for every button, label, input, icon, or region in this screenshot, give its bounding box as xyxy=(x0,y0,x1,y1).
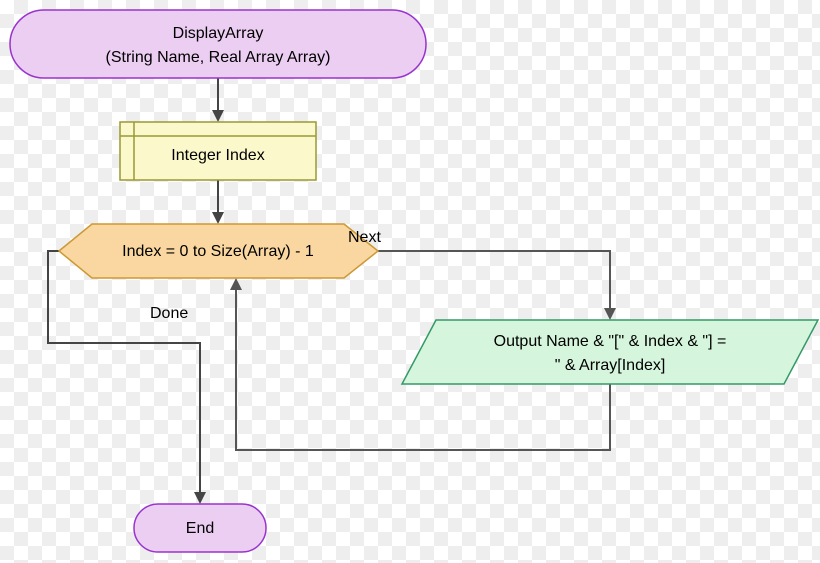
node-declare: Integer Index xyxy=(120,122,316,180)
declare-text: Integer Index xyxy=(171,147,264,164)
output-line1: Output Name & "[" & Index & "] = xyxy=(494,333,727,350)
start-line2: (String Name, Real Array Array) xyxy=(106,49,331,66)
node-start: DisplayArray (String Name, Real Array Ar… xyxy=(10,10,426,78)
label-done: Done xyxy=(150,305,188,322)
end-text: End xyxy=(186,520,214,537)
label-next: Next xyxy=(348,229,381,246)
node-loop: Index = 0 to Size(Array) - 1 xyxy=(59,224,378,278)
flowchart-diagram: DisplayArray (String Name, Real Array Ar… xyxy=(0,0,820,563)
start-line1: DisplayArray xyxy=(173,25,264,42)
node-end: End xyxy=(134,504,266,552)
output-line2: " & Array[Index] xyxy=(555,357,666,374)
loop-text: Index = 0 to Size(Array) - 1 xyxy=(122,243,314,260)
node-output: Output Name & "[" & Index & "] = " & Arr… xyxy=(402,320,818,384)
